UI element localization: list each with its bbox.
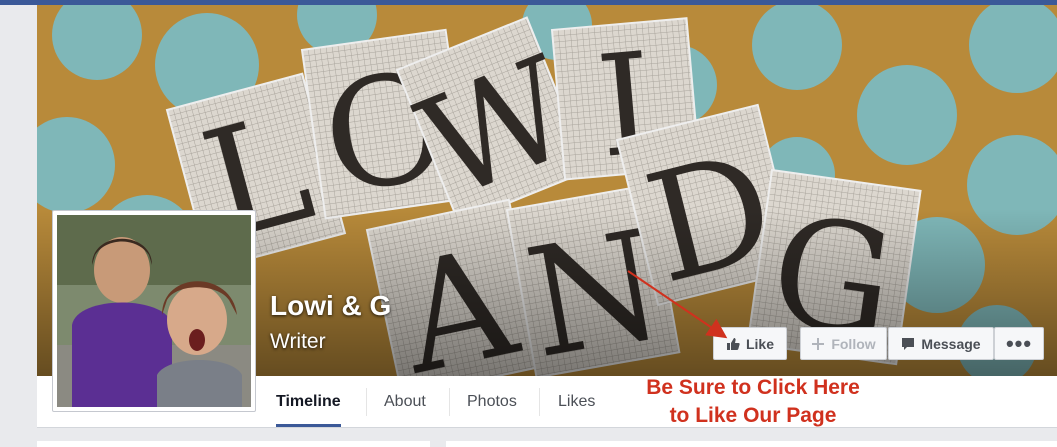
annotation-text: Be Sure to Click Here to Like Our Page <box>628 374 878 430</box>
annotation-line-2: to Like Our Page <box>669 404 837 427</box>
more-options-button[interactable]: ••• <box>994 327 1044 360</box>
more-dots-icon: ••• <box>1005 330 1033 356</box>
annotation-line-1: Be Sure to Click Here <box>646 376 860 399</box>
right-column-card <box>446 441 1057 447</box>
thumbs-up-icon <box>726 337 740 351</box>
message-label: Message <box>921 335 981 352</box>
tab-likes[interactable]: Likes <box>558 376 595 427</box>
like-label: Like <box>745 335 774 352</box>
page-name[interactable]: Lowi & G <box>270 290 391 322</box>
tab-divider <box>449 388 450 416</box>
profile-picture[interactable] <box>52 210 256 412</box>
tab-divider <box>539 388 540 416</box>
profile-photo <box>57 215 251 407</box>
page-category[interactable]: Writer <box>270 330 326 354</box>
left-column-card <box>37 441 430 447</box>
tab-about[interactable]: About <box>384 376 426 427</box>
tab-divider <box>366 388 367 416</box>
speech-bubble-icon <box>901 337 915 351</box>
follow-button[interactable]: Follow <box>800 327 887 360</box>
plus-icon <box>811 337 825 351</box>
tab-timeline[interactable]: Timeline <box>276 376 341 427</box>
follow-label: Follow <box>831 335 876 352</box>
message-button[interactable]: Message <box>888 327 994 360</box>
like-button[interactable]: Like <box>713 327 787 360</box>
tab-photos[interactable]: Photos <box>467 376 517 427</box>
